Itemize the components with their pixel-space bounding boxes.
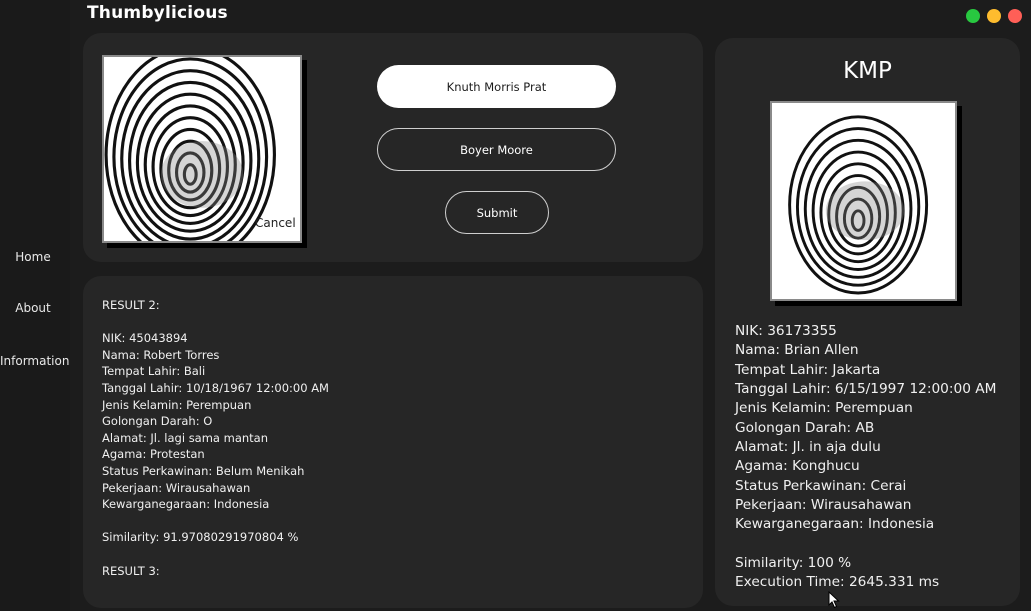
sidebar-item-home[interactable]: Home: [0, 250, 66, 264]
kmp-algorithm-button[interactable]: Knuth Morris Prat: [377, 65, 616, 108]
result-nik: NIK: 45043894: [102, 331, 188, 346]
close-button[interactable]: [1008, 9, 1022, 23]
sidebar-item-about[interactable]: About: [0, 301, 66, 315]
match-details: NIK: 36173355 Nama: Brian Allen Tempat L…: [735, 322, 996, 593]
match-tanggal-lahir: Tanggal Lahir: 6/15/1997 12:00:00 AM: [735, 381, 997, 398]
result-jenis-kelamin: Jenis Kelamin: Perempuan: [102, 397, 252, 412]
match-alamat: Alamat: Jl. in aja dulu: [735, 439, 881, 456]
result-tanggal-lahir: Tanggal Lahir: 10/18/1967 12:00:00 AM: [102, 380, 329, 395]
result-agama: Agama: Protestan: [102, 447, 205, 462]
app-window: Home About Information Thumbylicious Can…: [0, 0, 1031, 611]
result-golongan-darah: Golongan Darah: O: [102, 414, 213, 429]
execution-time: Execution Time: 2645.331 ms: [735, 574, 940, 591]
match-similarity: Similarity: 100 %: [735, 555, 852, 572]
match-golongan-darah: Golongan Darah: AB: [735, 419, 875, 436]
result-header: RESULT 2:: [102, 298, 160, 312]
result-kewarganegaraan: Kewarganegaraan: Indonesia: [102, 497, 270, 512]
algorithm-title: KMP: [843, 58, 892, 84]
result-status-perkawinan: Status Perkawinan: Belum Menikah: [102, 463, 305, 478]
result-tempat-lahir: Tempat Lahir: Bali: [102, 364, 206, 379]
match-kewarganegaraan: Kewarganegaraan: Indonesia: [735, 516, 935, 533]
result-nama: Nama: Robert Torres: [102, 347, 220, 362]
app-title: Thumbylicious: [87, 3, 228, 23]
sidebar-item-information[interactable]: Information: [0, 354, 69, 368]
maximize-button[interactable]: [966, 9, 980, 23]
result-similarity: Similarity: 91.97080291970804 %: [102, 530, 299, 545]
boyer-moore-algorithm-button[interactable]: Boyer Moore: [377, 128, 616, 171]
submit-button[interactable]: Submit: [445, 191, 549, 234]
match-nik: NIK: 36173355: [735, 323, 837, 339]
match-jenis-kelamin: Jenis Kelamin: Perempuan: [735, 400, 913, 417]
cancel-button[interactable]: Cancel: [255, 216, 296, 230]
match-nama: Nama: Brian Allen: [735, 342, 859, 359]
match-pekerjaan: Pekerjaan: Wirausahawan: [735, 497, 912, 514]
result-header: RESULT 3:: [102, 563, 160, 578]
minimize-button[interactable]: [987, 9, 1001, 23]
result-alamat: Alamat: Jl. lagi sama mantan: [102, 430, 269, 445]
mouse-cursor-icon: [828, 591, 840, 609]
match-status-perkawinan: Status Perkawinan: Cerai: [735, 477, 907, 494]
match-agama: Agama: Konghucu: [735, 458, 860, 475]
result-pekerjaan: Pekerjaan: Wirausahawan: [102, 480, 251, 495]
input-fingerprint-image[interactable]: [102, 55, 302, 243]
match-tempat-lahir: Tempat Lahir: Jakarta: [735, 361, 881, 378]
sidebar: Home About Information: [0, 0, 70, 611]
matched-fingerprint-image: [770, 101, 957, 301]
fingerprint-icon: [104, 57, 300, 241]
results-list: RESULT 2: NIK: 45043894 Nama: Robert Tor…: [102, 297, 329, 579]
fingerprint-icon: [772, 103, 955, 299]
